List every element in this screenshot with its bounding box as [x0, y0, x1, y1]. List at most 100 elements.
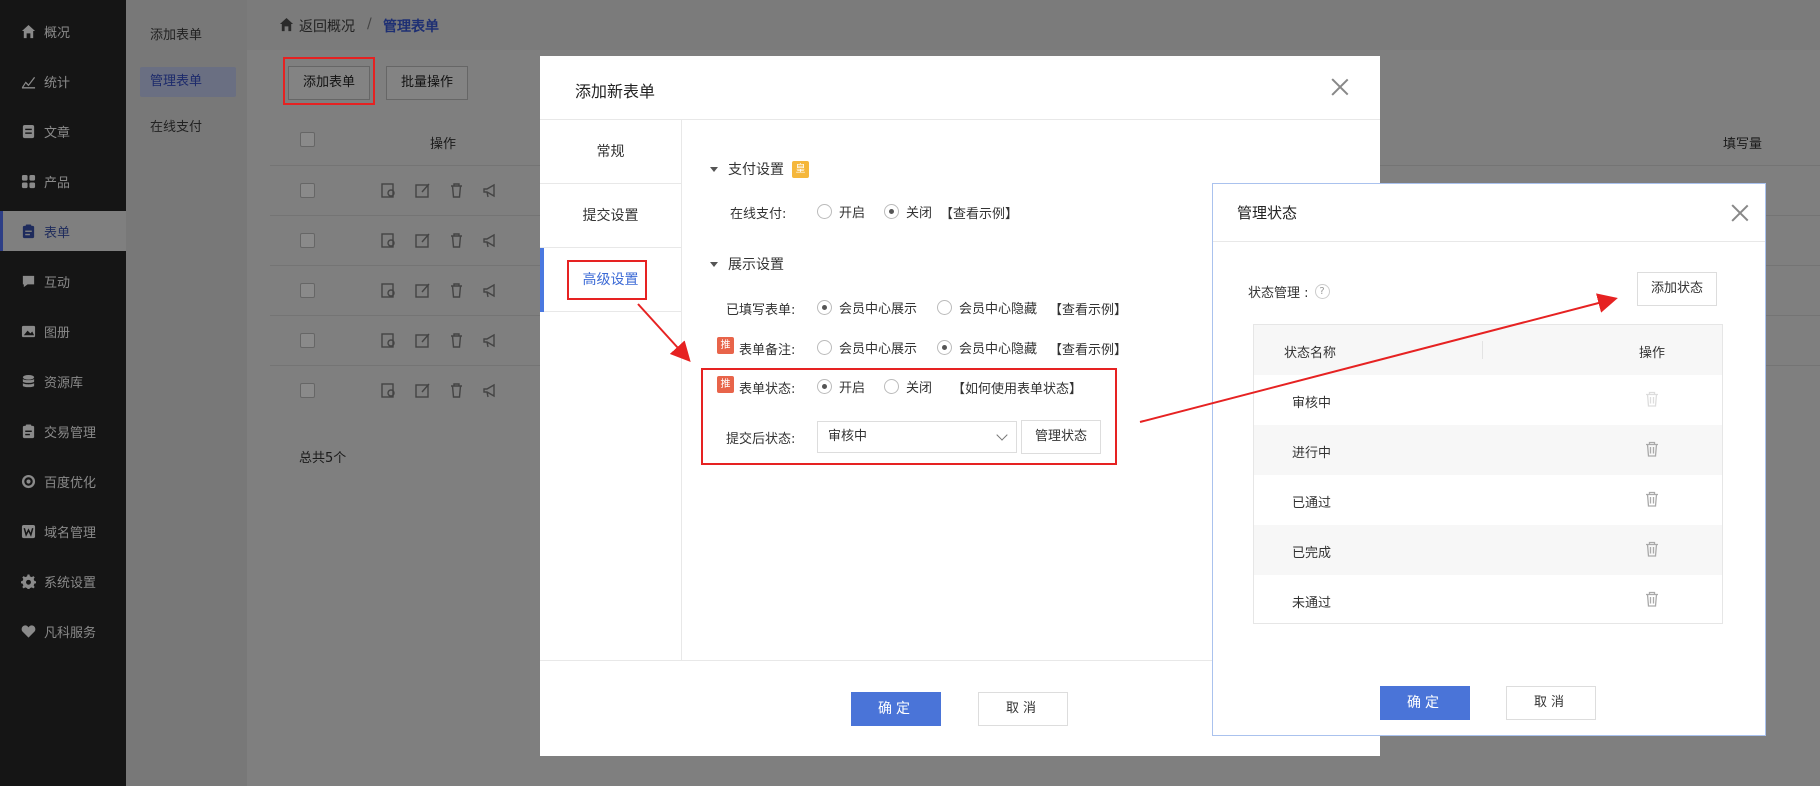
subnav-manage-form[interactable]: 管理表单 — [140, 67, 236, 97]
online-pay-example-link[interactable]: 【查看示例】 — [940, 203, 1018, 222]
online-pay-on-radio[interactable]: 开启 — [817, 202, 865, 221]
preview-icon[interactable] — [380, 232, 397, 249]
trash-icon[interactable] — [448, 232, 465, 249]
sidebar-item-album[interactable]: 图册 — [0, 311, 126, 351]
edit-icon[interactable] — [414, 282, 431, 299]
sidebar-item-interact[interactable]: 互动 — [0, 261, 126, 301]
sidebar-item-settings[interactable]: 系统设置 — [0, 561, 126, 601]
sidebar-item-service[interactable]: 凡科服务 — [0, 611, 126, 651]
breadcrumb-current: 管理表单 — [383, 19, 439, 35]
row-checkbox[interactable] — [300, 333, 315, 348]
confirm-button[interactable]: 确定 — [1380, 686, 1470, 720]
confirm-button[interactable]: 确定 — [851, 692, 941, 726]
row-checkbox[interactable] — [300, 233, 315, 248]
trash-icon[interactable] — [1644, 541, 1660, 561]
sidebar-item-domain[interactable]: 域名管理 — [0, 511, 126, 551]
dialog-title: 管理状态 — [1237, 204, 1298, 222]
grid-icon — [20, 173, 36, 189]
add-status-button[interactable]: 添加状态 — [1637, 272, 1717, 306]
home-icon — [20, 23, 36, 39]
close-icon[interactable] — [1731, 204, 1749, 222]
row-checkbox[interactable] — [300, 183, 315, 198]
edit-icon[interactable] — [414, 182, 431, 199]
trash-icon[interactable] — [448, 282, 465, 299]
online-pay-label: 在线支付: — [730, 207, 787, 222]
sidebar-item-article[interactable]: 文章 — [0, 111, 126, 151]
column-operations: 操作 — [1639, 346, 1666, 361]
megaphone-icon[interactable] — [482, 182, 499, 199]
megaphone-icon[interactable] — [482, 232, 499, 249]
form-subnav: 添加表单 管理表单 在线支付 — [126, 0, 247, 786]
row-checkbox[interactable] — [300, 383, 315, 398]
sidebar-item-label: 百度优化 — [44, 475, 97, 491]
sidebar-item-label: 图册 — [44, 325, 71, 341]
home-icon[interactable] — [279, 17, 294, 36]
table-row: 审核中 — [1254, 375, 1722, 425]
form-remark-label: 表单备注: — [739, 343, 796, 358]
column-status-name: 状态名称 — [1284, 346, 1337, 361]
form-icon — [20, 223, 36, 239]
sidebar-item-trade[interactable]: 交易管理 — [0, 411, 126, 451]
subnav-add-form[interactable]: 添加表单 — [140, 21, 236, 51]
sidebar-item-overview[interactable]: 概况 — [0, 11, 126, 51]
sidebar-item-label: 资源库 — [44, 375, 84, 391]
edit-icon[interactable] — [414, 332, 431, 349]
trash-icon[interactable] — [448, 332, 465, 349]
close-icon[interactable] — [1331, 78, 1349, 96]
row-actions — [380, 182, 499, 199]
megaphone-icon[interactable] — [482, 282, 499, 299]
remark-member-hide-radio[interactable]: 会员中心隐藏 — [937, 338, 1037, 357]
filled-member-hide-radio[interactable]: 会员中心隐藏 — [937, 298, 1037, 317]
trash-icon[interactable] — [1644, 441, 1660, 461]
preview-icon[interactable] — [380, 332, 397, 349]
highlight-status-settings — [701, 368, 1117, 465]
help-icon[interactable]: ? — [1314, 284, 1330, 299]
subnav-online-pay[interactable]: 在线支付 — [140, 113, 236, 143]
sidebar-item-label: 交易管理 — [44, 425, 97, 441]
edit-icon[interactable] — [414, 232, 431, 249]
select-all-checkbox[interactable] — [300, 132, 315, 147]
column-fill-count[interactable]: 填写量 — [1723, 133, 1762, 152]
preview-icon[interactable] — [380, 282, 397, 299]
row-checkbox[interactable] — [300, 283, 315, 298]
batch-operation-button[interactable]: 批量操作 — [386, 66, 469, 100]
trash-icon[interactable] — [448, 182, 465, 199]
dialog-header: 管理状态 — [1213, 184, 1765, 242]
sidebar-item-seo[interactable]: 百度优化 — [0, 461, 126, 501]
pay-settings-section[interactable]: 支付设置 皇 — [710, 159, 809, 179]
collapse-triangle-icon — [710, 166, 718, 172]
cancel-button[interactable]: 取消 — [1506, 686, 1596, 720]
tab-general[interactable]: 常规 — [540, 120, 681, 184]
filled-member-show-radio[interactable]: 会员中心展示 — [817, 298, 917, 317]
remark-example-link[interactable]: 【查看示例】 — [1049, 339, 1127, 358]
sidebar-item-label: 文章 — [44, 125, 71, 141]
status-name: 进行中 — [1292, 446, 1332, 461]
filled-form-label: 已填写表单: — [726, 303, 796, 318]
chat-icon — [20, 273, 36, 289]
row-actions — [380, 282, 499, 299]
breadcrumb-back-link[interactable]: 返回概况 — [299, 16, 355, 36]
column-operations: 操作 — [430, 137, 457, 152]
megaphone-icon[interactable] — [482, 382, 499, 399]
highlight-add-form — [283, 57, 375, 105]
sidebar-item-form[interactable]: 表单 — [0, 211, 126, 251]
edit-icon[interactable] — [414, 382, 431, 399]
remark-member-show-radio[interactable]: 会员中心展示 — [817, 338, 917, 357]
preview-icon[interactable] — [380, 182, 397, 199]
preview-icon[interactable] — [380, 382, 397, 399]
dialog-title: 添加新表单 — [575, 82, 656, 101]
database-icon — [20, 373, 36, 389]
trash-icon[interactable] — [1644, 591, 1660, 611]
megaphone-icon[interactable] — [482, 332, 499, 349]
sidebar-item-resources[interactable]: 资源库 — [0, 361, 126, 401]
trash-icon[interactable] — [448, 382, 465, 399]
cancel-button[interactable]: 取消 — [978, 692, 1068, 726]
sidebar-item-product[interactable]: 产品 — [0, 161, 126, 201]
trash-icon[interactable] — [1644, 491, 1660, 511]
sidebar-item-label: 域名管理 — [44, 525, 97, 541]
tab-submit-settings[interactable]: 提交设置 — [540, 184, 681, 248]
filled-example-link[interactable]: 【查看示例】 — [1049, 299, 1127, 318]
online-pay-off-radio[interactable]: 关闭 — [884, 202, 932, 221]
sidebar-item-stats[interactable]: 统计 — [0, 61, 126, 101]
display-settings-section[interactable]: 展示设置 — [710, 254, 784, 274]
